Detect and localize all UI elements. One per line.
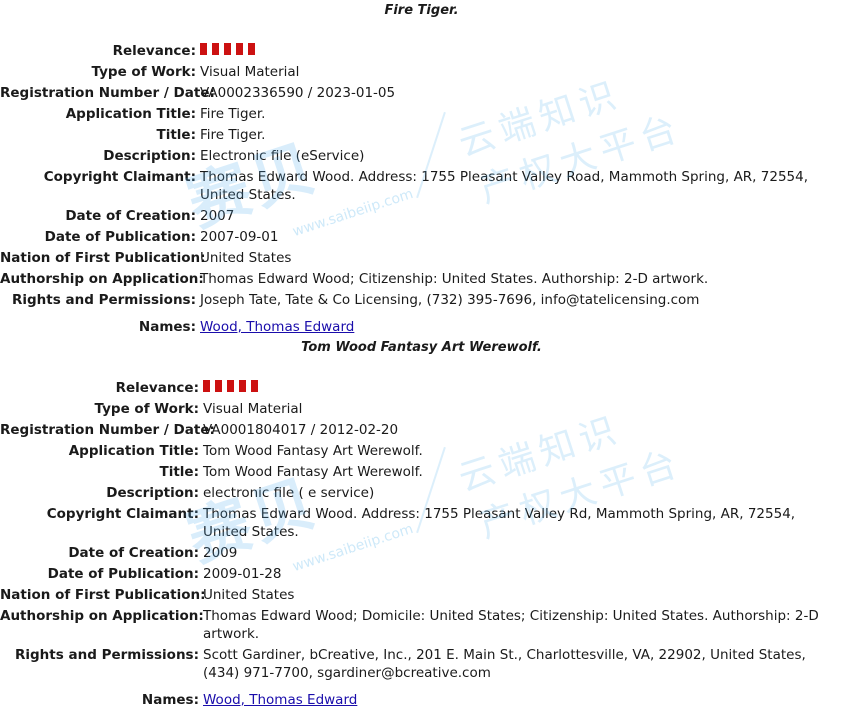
field-value: Joseph Tate, Tate & Co Licensing, (732) … <box>200 291 700 308</box>
record-title: Fire Tiger. <box>384 3 459 18</box>
field-row-names: Names: Wood, Thomas Edward <box>0 689 843 710</box>
field-value: Thomas Edward Wood. Address: 1755 Pleasa… <box>203 505 796 540</box>
field-row-title: Title: Fire Tiger. <box>0 124 843 145</box>
field-value: Thomas Edward Wood; Domicile: United Sta… <box>203 607 819 642</box>
field-value: Wood, Thomas Edward <box>200 318 843 336</box>
field-row-rights: Rights and Permissions: Scott Gardiner, b… <box>0 644 843 683</box>
field-value: Thomas Edward Wood. Address: 1755 Pleasa… <box>200 168 809 203</box>
relevance-block <box>215 380 222 392</box>
field-value: electronic file ( e service) <box>203 484 375 501</box>
field-label: Title: <box>159 463 199 480</box>
relevance-block <box>224 43 231 55</box>
field-value: Scott Gardiner, bCreative, Inc., 201 E. … <box>203 646 806 681</box>
relevance-block <box>248 43 255 55</box>
field-row-registration: Registration Number / Date: VA0001804017 … <box>0 419 843 440</box>
relevance-bar <box>203 380 258 392</box>
field-label: Date of Publication: <box>44 228 196 245</box>
field-label: Relevance: <box>115 379 199 396</box>
field-row-application-title: Application Title: Tom Wood Fantasy Art W… <box>0 440 843 461</box>
field-row-date-of-publication: Date of Publication: 2009-01-28 <box>0 563 843 584</box>
field-row-application-title: Application Title: Fire Tiger. <box>0 103 843 124</box>
field-label: Names: <box>138 318 196 335</box>
field-row-relevance: Relevance: <box>0 377 843 398</box>
field-label: Date of Creation: <box>65 207 196 224</box>
relevance-block <box>212 43 219 55</box>
field-label: Application Title: <box>65 105 196 122</box>
field-label: Nation of First Publication: <box>0 586 206 603</box>
field-label: Type of Work: <box>91 63 197 80</box>
records-list: Fire Tiger. Relevance: Type of Work: Visual… <box>0 0 843 710</box>
field-value: United States <box>200 249 292 266</box>
field-label: Nation of First Publication: <box>0 249 206 266</box>
field-value: 2009 <box>203 544 238 561</box>
field-row-date-of-publication: Date of Publication: 2007-09-01 <box>0 226 843 247</box>
field-label: Authorship on Application: <box>0 270 204 287</box>
field-row-claimant: Copyright Claimant: Thomas Edward Wood. A… <box>0 503 843 542</box>
field-value <box>200 42 843 60</box>
field-row-claimant: Copyright Claimant: Thomas Edward Wood. A… <box>0 166 843 205</box>
field-row-relevance: Relevance: <box>0 40 843 61</box>
field-value <box>203 379 843 397</box>
record: Relevance: Type of Work: Visual Material Re… <box>0 377 843 710</box>
field-label: Names: <box>141 691 199 708</box>
field-label: Rights and Permissions: <box>15 646 199 663</box>
field-label: Relevance: <box>112 42 196 59</box>
field-value: Tom Wood Fantasy Art Werewolf. <box>203 463 423 480</box>
field-value: 2009-01-28 <box>203 565 282 582</box>
field-value: VA0002336590 / 2023-01-05 <box>200 84 396 101</box>
field-label: Date of Creation: <box>68 544 199 561</box>
field-label: Copyright Claimant: <box>46 505 199 522</box>
field-row-date-of-creation: Date of Creation: 2007 <box>0 205 843 226</box>
field-row-authorship: Authorship on Application: Thomas Edward … <box>0 268 843 289</box>
field-value: 2007-09-01 <box>200 228 279 245</box>
field-label: Title: <box>156 126 196 143</box>
field-row-type-of-work: Type of Work: Visual Material <box>0 398 843 419</box>
field-value: Fire Tiger. <box>200 105 266 122</box>
relevance-bar <box>200 43 255 55</box>
names-link[interactable]: Wood, Thomas Edward <box>200 319 354 335</box>
field-value: Visual Material <box>203 400 303 417</box>
record-title: Tom Wood Fantasy Art Werewolf. <box>301 340 542 355</box>
field-row-registration: Registration Number / Date: VA0002336590 … <box>0 82 843 103</box>
field-value: 2007 <box>200 207 235 224</box>
record: Relevance: Type of Work: Visual Material Re… <box>0 40 843 337</box>
field-label: Registration Number / Date: <box>0 84 215 101</box>
field-row-nation: Nation of First Publication: United State… <box>0 584 843 605</box>
field-value: Fire Tiger. <box>200 126 266 143</box>
field-row-title: Title: Tom Wood Fantasy Art Werewolf. <box>0 461 843 482</box>
field-row-type-of-work: Type of Work: Visual Material <box>0 61 843 82</box>
field-label: Registration Number / Date: <box>0 421 215 438</box>
field-value: United States <box>203 586 295 603</box>
relevance-block <box>203 380 210 392</box>
field-value: Thomas Edward Wood; Citizenship: United … <box>200 270 709 287</box>
field-label: Description: <box>106 484 199 501</box>
field-row-date-of-creation: Date of Creation: 2009 <box>0 542 843 563</box>
field-value: Electronic file (eService) <box>200 147 365 164</box>
field-label: Application Title: <box>68 442 199 459</box>
field-label: Rights and Permissions: <box>12 291 196 308</box>
field-row-names: Names: Wood, Thomas Edward <box>0 316 843 337</box>
field-value: Tom Wood Fantasy Art Werewolf. <box>203 442 423 459</box>
relevance-block <box>239 380 246 392</box>
field-row-nation: Nation of First Publication: United State… <box>0 247 843 268</box>
field-row-description: Description: Electronic file (eService) <box>0 145 843 166</box>
field-value: VA0001804017 / 2012-02-20 <box>203 421 399 438</box>
field-label: Type of Work: <box>94 400 200 417</box>
field-row-rights: Rights and Permissions: Joseph Tate, Tate… <box>0 289 843 310</box>
relevance-block <box>227 380 234 392</box>
relevance-block <box>200 43 207 55</box>
field-label: Date of Publication: <box>47 565 199 582</box>
names-link[interactable]: Wood, Thomas Edward <box>203 692 357 708</box>
field-label: Authorship on Application: <box>0 607 204 624</box>
relevance-block <box>251 380 258 392</box>
field-value: Wood, Thomas Edward <box>203 691 843 709</box>
field-label: Copyright Claimant: <box>43 168 196 185</box>
relevance-block <box>236 43 243 55</box>
field-value: Visual Material <box>200 63 300 80</box>
field-row-authorship: Authorship on Application: Thomas Edward … <box>0 605 843 644</box>
field-label: Description: <box>103 147 196 164</box>
field-row-description: Description: electronic file ( e service) <box>0 482 843 503</box>
